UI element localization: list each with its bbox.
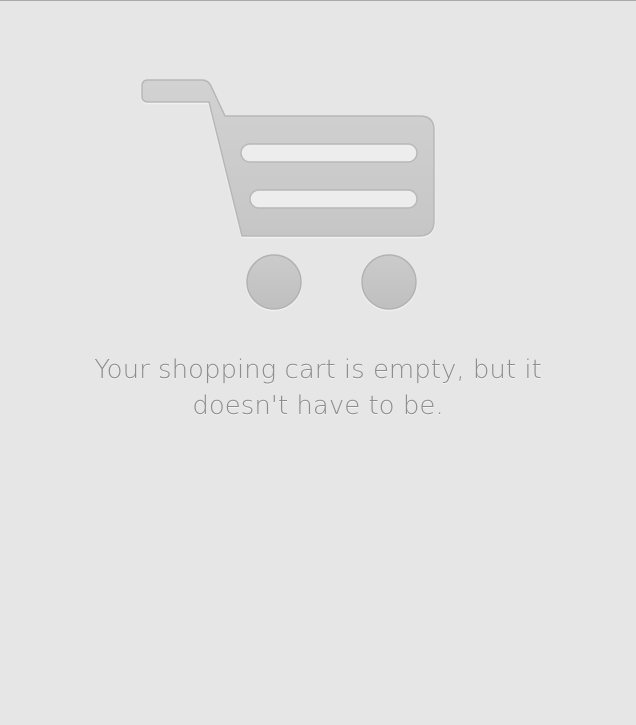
empty-cart-screen: Your shopping cart is empty, but it does…: [0, 0, 636, 725]
empty-cart-message: Your shopping cart is empty, but it does…: [94, 355, 542, 421]
top-divider: [0, 0, 636, 1]
cart-upper-slot: [240, 143, 418, 163]
empty-cart-illustration: [138, 76, 440, 314]
cart-lower-slot: [249, 189, 418, 209]
cart-right-wheel: [361, 254, 417, 310]
cart-left-wheel: [246, 254, 302, 310]
shopping-cart-icon: [141, 79, 435, 310]
